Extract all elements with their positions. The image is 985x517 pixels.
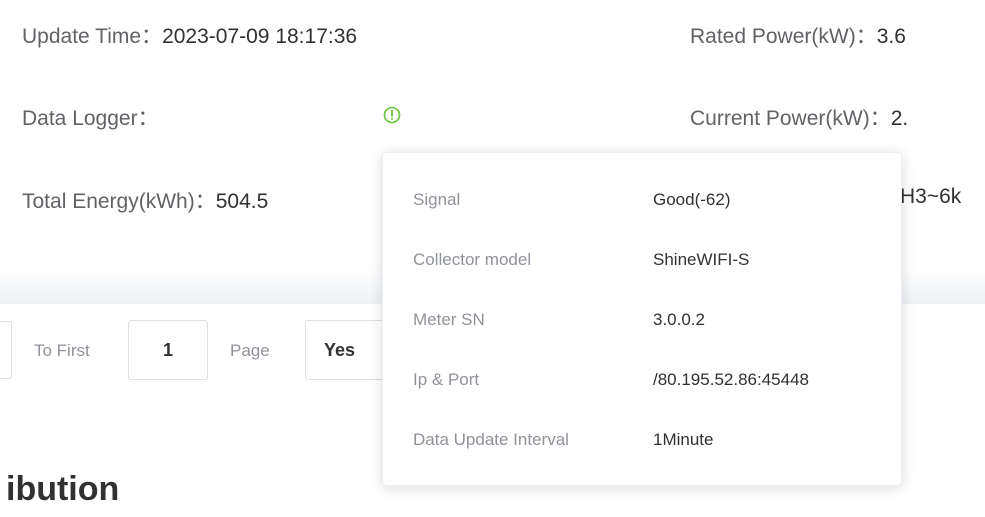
popover-row: Signal Good(-62) — [413, 185, 730, 215]
update-interval-value: 1Minute — [653, 430, 714, 449]
rated-power-row: Rated Power(kW)： 3.6 — [690, 20, 906, 50]
popover-row: Meter SN 3.0.0.2 — [413, 305, 705, 335]
page-number-input[interactable]: 1 — [128, 320, 208, 380]
ip-port-label: Ip & Port — [413, 370, 480, 389]
update-interval-label: Data Update Interval — [413, 430, 569, 449]
meter-sn-label: Meter SN — [413, 310, 485, 329]
update-time-label: Update Time： — [22, 25, 163, 48]
rated-power-label: Rated Power(kW)： — [690, 25, 877, 48]
update-time-value: 2023-07-09 18:17:36 — [162, 25, 358, 48]
current-power-value: 2. — [890, 107, 909, 130]
section-title: ibution — [6, 470, 120, 508]
signal-label: Signal — [413, 190, 461, 209]
logger-detail-popover: Signal Good(-62) Collector model ShineWI… — [382, 152, 902, 486]
popover-row: Data Update Interval 1Minute — [413, 425, 713, 455]
device-info-panel: Update Time： 2023-07-09 18:17:36 Rated P… — [0, 0, 985, 517]
to-first-label: To First — [34, 341, 90, 360]
total-energy-value: 504.5 — [215, 190, 269, 213]
total-energy-row: Total Energy(kWh)： 504.5 — [22, 185, 268, 215]
ip-port-value: /80.195.52.86:45448 — [653, 370, 809, 389]
meter-sn-value: 3.0.0.2 — [653, 310, 705, 329]
signal-value: Good(-62) — [653, 190, 731, 209]
collector-model-label: Collector model — [413, 250, 532, 269]
popover-row: Ip & Port /80.195.52.86:45448 — [413, 365, 809, 395]
current-power-row: Current Power(kW)： 2. — [690, 102, 908, 132]
collector-model-value: ShineWIFI-S — [653, 250, 750, 269]
current-power-label: Current Power(kW)： — [690, 107, 891, 130]
update-time-row: Update Time： 2023-07-09 18:17:36 — [22, 20, 357, 50]
go-page-button-label: Yes — [324, 339, 356, 360]
data-logger-label: Data Logger： — [22, 107, 159, 130]
total-energy-label: Total Energy(kWh)： — [22, 190, 216, 213]
page-label: Page — [230, 341, 270, 360]
info-circle-icon[interactable] — [382, 105, 402, 125]
rated-power-value: 3.6 — [876, 25, 906, 48]
pager-next-button[interactable] — [0, 321, 12, 379]
popover-row: Collector model ShineWIFI-S — [413, 245, 749, 275]
data-logger-row: Data Logger： — [22, 102, 159, 132]
